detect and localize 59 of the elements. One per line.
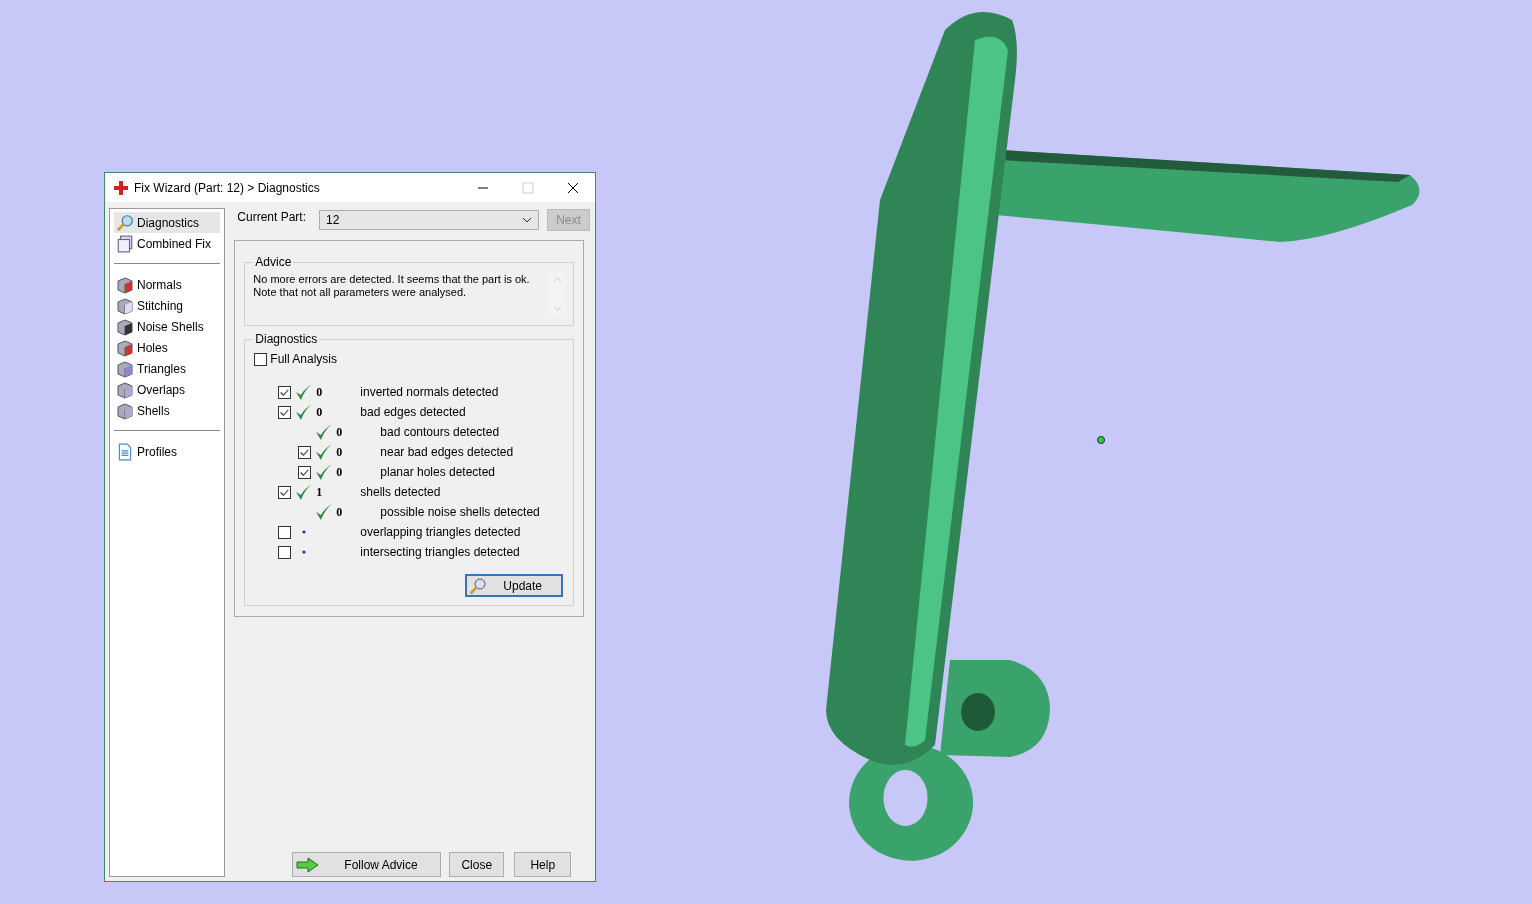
- diagnostic-label: shells detected: [360, 485, 441, 499]
- sidebar-item[interactable]: Diagnostics: [114, 212, 221, 233]
- row-checkbox[interactable]: [297, 445, 311, 459]
- caret-icon: [522, 217, 532, 223]
- cube-icon: [116, 275, 134, 294]
- row-checkbox[interactable]: [297, 465, 311, 479]
- group-title: Advice: [254, 255, 293, 269]
- document-icon: [116, 442, 134, 461]
- cube-icon: [116, 296, 134, 315]
- search-icon: [116, 213, 134, 232]
- cube-icon: [116, 359, 134, 378]
- cube-icon: [116, 317, 134, 336]
- full-analysis-checkbox[interactable]: Full Analysis: [254, 352, 566, 366]
- diagnostic-label: possible noise shells detected: [380, 505, 540, 519]
- sidebar-item[interactable]: Profiles: [114, 441, 221, 462]
- sidebar-item[interactable]: Holes: [114, 337, 221, 358]
- current-part-dropdown[interactable]: 12: [319, 210, 539, 230]
- cube-icon: [116, 401, 134, 420]
- cube-icon: [116, 380, 134, 399]
- count-value: 0: [336, 504, 343, 519]
- sidebar-item[interactable]: Combined Fix: [114, 233, 221, 254]
- cross-icon: [113, 179, 129, 196]
- sidebar-item[interactable]: Shells: [114, 400, 221, 421]
- update-button[interactable]: Update: [465, 574, 564, 597]
- row-checkbox[interactable]: [277, 525, 291, 539]
- count-value: 0: [336, 424, 343, 439]
- count-value: 0: [316, 404, 323, 419]
- current-part-label: Current Part:: [237, 210, 306, 224]
- arrow-icon: [296, 856, 321, 873]
- cube-icon: [116, 338, 134, 357]
- window-title: Fix Wizard (Part: 12) > Diagnostics: [134, 180, 321, 195]
- row-checkbox[interactable]: [277, 385, 291, 399]
- search-icon: [469, 576, 488, 595]
- count-value: 0: [336, 464, 343, 479]
- diagnostic-label: inverted normals detected: [360, 385, 499, 399]
- dialog-button[interactable]: Close: [449, 852, 505, 877]
- row-checkbox[interactable]: [277, 405, 291, 419]
- stacked-pages-icon: [116, 234, 134, 253]
- diagnostic-label: overlapping triangles detected: [360, 525, 521, 539]
- row-checkbox[interactable]: [277, 545, 291, 559]
- sidebar-item[interactable]: Stitching: [114, 295, 221, 316]
- row-checkbox[interactable]: [277, 485, 291, 499]
- sidebar-item[interactable]: Triangles: [114, 358, 221, 379]
- sidebar-item[interactable]: Noise Shells: [114, 316, 221, 337]
- sidebar-item[interactable]: Overlaps: [114, 379, 221, 400]
- diagnostic-label: bad edges detected: [360, 405, 466, 419]
- dialog-button[interactable]: Help: [514, 852, 572, 877]
- advice-text: No more errors are detected. It seems that the part is ok. Note that not all parameters were analysed.: [253, 272, 531, 300]
- sidebar-item[interactable]: Normals: [114, 274, 221, 295]
- count-value: 1: [316, 484, 323, 499]
- group-title: Diagnostics: [254, 332, 319, 346]
- diagnostic-label: intersecting triangles detected: [360, 545, 520, 559]
- dialog-button[interactable]: Follow Advice: [292, 852, 442, 877]
- pivot-marker-icon: [1097, 436, 1105, 444]
- diagnostic-label: near bad edges detected: [380, 445, 514, 459]
- diagnostic-label: planar holes detected: [380, 465, 496, 479]
- count-value: 0: [316, 384, 323, 399]
- count-value: 0: [336, 444, 343, 459]
- diagnostic-label: bad contours detected: [380, 425, 500, 439]
